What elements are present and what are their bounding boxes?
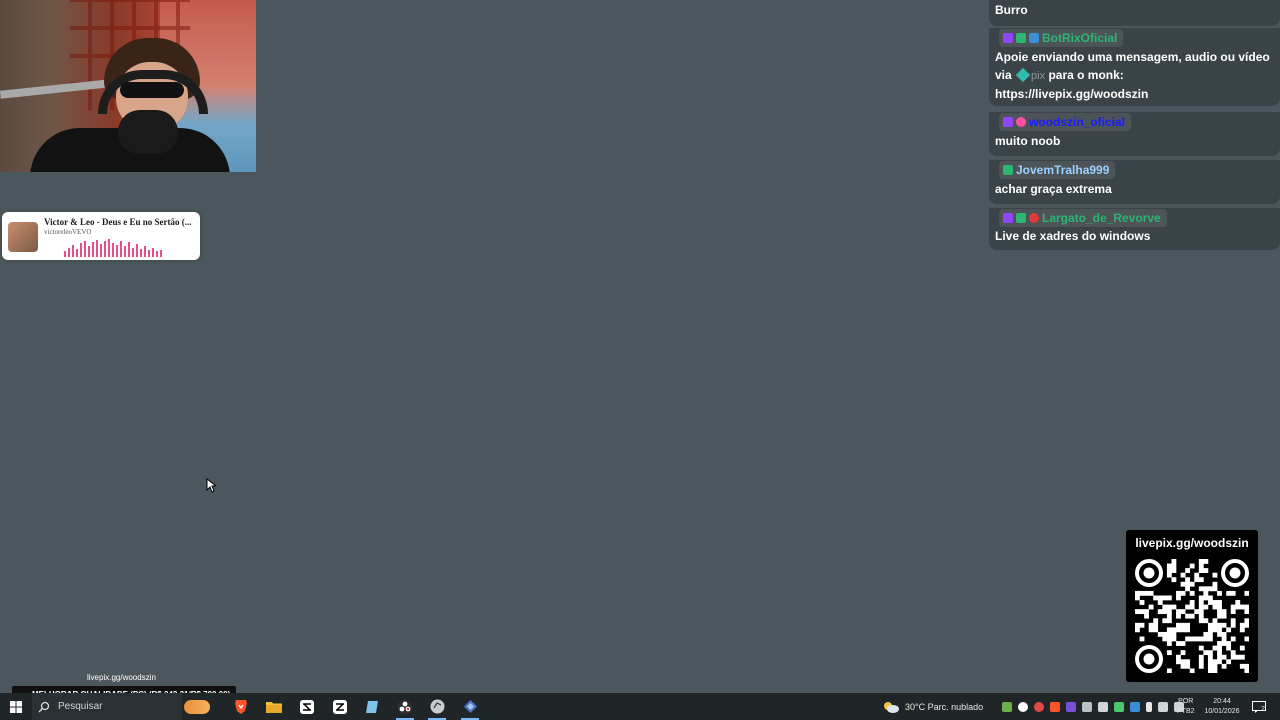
chat-message: woodszin_oficial muito noob — [989, 112, 1280, 156]
usb-icon[interactable] — [1098, 701, 1108, 712]
windows-start-icon[interactable] — [4, 693, 28, 720]
chat-message-link: https://livepix.gg/woodszin — [995, 87, 1149, 101]
obs-tray-icon[interactable] — [1018, 701, 1028, 712]
qr-code-icon — [1135, 559, 1249, 673]
microphone-icon[interactable] — [1146, 701, 1152, 712]
clock[interactable]: 20:44 10/01/2026 — [1202, 693, 1242, 720]
chat-message-text: muito noob — [995, 134, 1061, 148]
twitch-badge-icon — [1003, 213, 1013, 223]
language-indicator[interactable]: POR PTB2 — [1177, 693, 1195, 720]
airplane-icon[interactable] — [1082, 701, 1092, 712]
album-thumbnail — [8, 222, 38, 252]
pix-icon — [1015, 67, 1031, 83]
steelseries-icon[interactable] — [1034, 701, 1044, 712]
taskbar: Pesquisar 30°C Parc. nublado POR PTB2 20… — [0, 693, 1280, 720]
webcam-feed — [0, 0, 256, 172]
brave-browser-icon[interactable] — [226, 693, 256, 720]
chat-message-text: achar graça extrema — [995, 182, 1112, 196]
donation-link: livepix.gg/woodszin — [87, 673, 156, 682]
capcut-icon-2[interactable] — [325, 693, 355, 720]
notepad-icon[interactable] — [357, 693, 387, 720]
chat-username: BotRixOficial — [999, 29, 1124, 47]
chat-message-text: Live de xadres do windows — [995, 229, 1151, 243]
chat-message-text: Burro — [995, 3, 1028, 17]
heart-badge-icon — [1016, 117, 1026, 127]
twitch-badge-icon — [1003, 117, 1013, 127]
brave-tray-icon[interactable] — [1050, 701, 1060, 712]
audio-waveform — [64, 239, 162, 257]
mouse-cursor-icon — [206, 478, 216, 493]
livepix-qr-card: livepix.gg/woodszin — [1126, 530, 1258, 682]
notification-count: 2 — [1261, 706, 1265, 713]
obs-icon[interactable] — [390, 693, 420, 720]
qr-label: livepix.gg/woodszin — [1135, 536, 1249, 550]
weather-cloud-icon — [884, 701, 899, 713]
chat-message: JovemTralha999 achar graça extrema — [989, 160, 1280, 204]
search-icon — [38, 701, 50, 712]
verified-badge-icon — [1016, 213, 1026, 223]
notifications-button[interactable]: 2 — [1252, 693, 1266, 720]
bluetooth-icon[interactable] — [1130, 701, 1140, 712]
twitch-badge-icon — [1003, 33, 1013, 43]
chat-message: Largato_de_Revorve Live de xadres do win… — [989, 208, 1280, 250]
xbox-icon[interactable] — [1114, 701, 1124, 712]
chat-message-text: via pix para o monk: — [995, 67, 1124, 83]
nvidia-icon[interactable] — [1002, 701, 1012, 712]
file-explorer-icon[interactable] — [259, 693, 289, 720]
now-playing-widget: Victor & Leo - Deus e Eu no Sertão (... … — [2, 212, 200, 260]
search-label: Pesquisar — [58, 701, 103, 712]
taskbar-search-box[interactable]: Pesquisar — [32, 693, 210, 720]
song-artist: victoreleoVEVO — [44, 228, 92, 236]
discord-icon[interactable] — [1066, 701, 1076, 712]
chat-message: Burro — [989, 0, 1280, 26]
weather-text: 30°C Parc. nublado — [905, 701, 984, 712]
capcut-icon[interactable] — [292, 693, 322, 720]
chat-message: BotRixOficial Apoie enviando uma mensage… — [989, 28, 1280, 106]
app-icon[interactable] — [422, 693, 452, 720]
avatar-icon — [184, 700, 210, 714]
network-icon[interactable] — [1158, 701, 1168, 712]
kick-badge-icon — [1003, 165, 1013, 175]
bot-badge-icon — [1029, 33, 1039, 43]
rose-badge-icon — [1029, 213, 1039, 223]
chat-message-text: Apoie enviando uma mensagem, audio ou ví… — [995, 50, 1270, 64]
song-title: Victor & Leo - Deus e Eu no Sertão (... — [44, 217, 192, 227]
verified-badge-icon — [1016, 33, 1026, 43]
system-tray-icons — [1002, 693, 1190, 720]
chat-username: woodszin_oficial — [999, 113, 1132, 131]
chat-username: Largato_de_Revorve — [999, 209, 1167, 227]
chat-username: JovemTralha999 — [999, 161, 1116, 179]
weather-widget[interactable]: 30°C Parc. nublado — [882, 693, 983, 720]
vscode-icon[interactable] — [455, 693, 485, 720]
